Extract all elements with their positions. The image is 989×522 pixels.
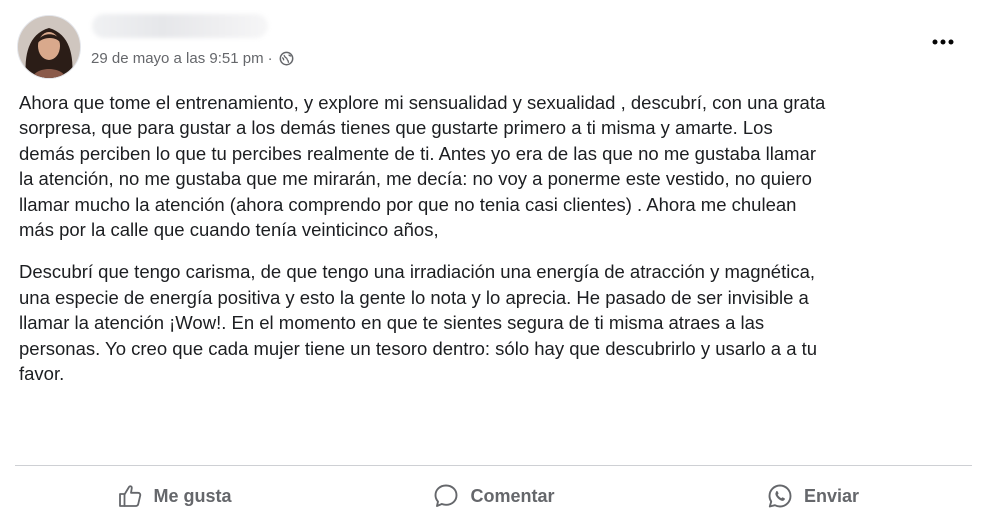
comment-icon	[435, 484, 458, 507]
post-meta: 29 de mayo a las 9:51 pm ·	[91, 50, 294, 67]
like-label: Me gusta	[153, 485, 232, 506]
post-paragraph-1: Ahora que tome el entrenamiento, y explo…	[19, 92, 826, 241]
send-button[interactable]: Enviar	[653, 470, 972, 522]
avatar-image	[18, 16, 80, 78]
avatar[interactable]	[17, 15, 81, 79]
thumbs-up-icon	[119, 485, 142, 507]
more-options-icon	[932, 39, 954, 45]
send-label: Enviar	[803, 485, 860, 506]
comment-label: Comentar	[470, 485, 555, 506]
post-card: 29 de mayo a las 9:51 pm · Ahora que tom…	[0, 0, 989, 522]
post-body: Ahora que tome el entrenamiento, y explo…	[19, 90, 969, 403]
post-timestamp[interactable]: 29 de mayo a las 9:51 pm	[91, 50, 264, 67]
actions-divider	[15, 465, 972, 466]
comment-button[interactable]: Comentar	[334, 470, 653, 522]
author-name-redacted[interactable]	[92, 14, 268, 38]
meta-separator: ·	[267, 50, 273, 67]
globe-icon[interactable]	[279, 51, 294, 66]
post-paragraph-2: Descubrí que tengo carisma, de que tengo…	[19, 261, 818, 385]
post-actions-bar: Me gusta Comentar Enviar	[15, 470, 972, 522]
like-button[interactable]: Me gusta	[15, 470, 334, 522]
whatsapp-icon	[768, 484, 792, 508]
more-options-button[interactable]	[925, 28, 961, 56]
